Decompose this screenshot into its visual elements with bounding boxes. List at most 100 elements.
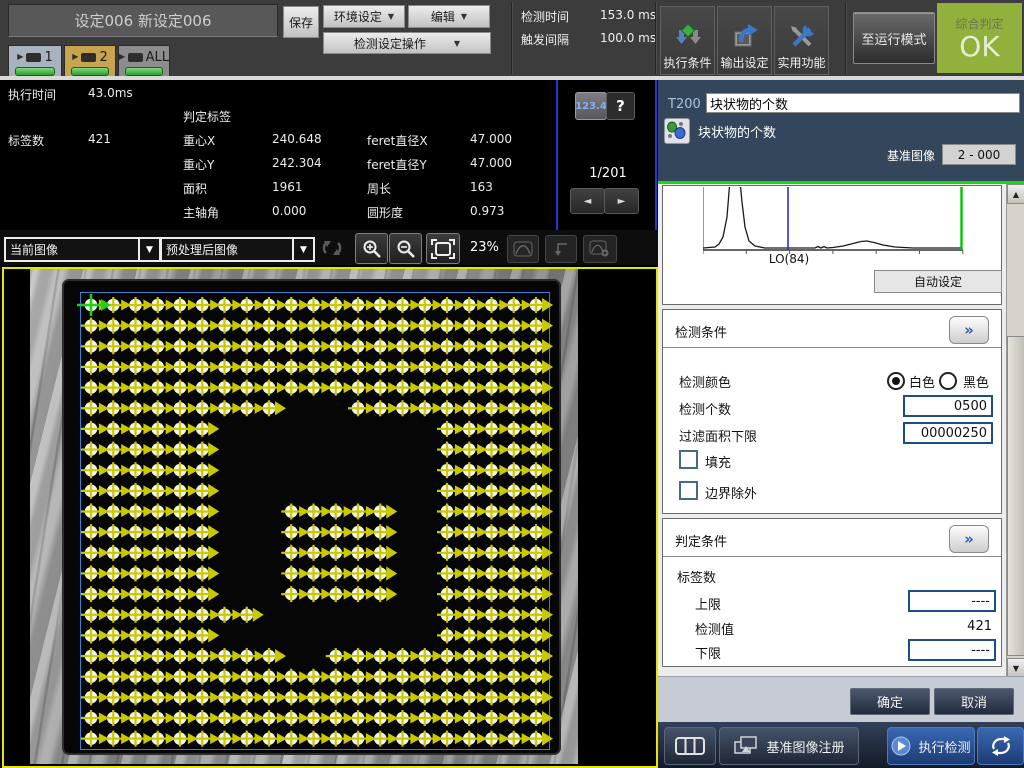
register-ref-image-button[interactable]: 基准图像注册 <box>719 727 859 765</box>
ok-button[interactable]: 确定 <box>850 688 930 715</box>
detect-conditions-title: 检测条件 <box>675 322 727 341</box>
lower-limit-label: 下限 <box>695 643 721 662</box>
fill-checkbox[interactable] <box>679 450 698 469</box>
inspection-ops-dropdown[interactable]: 检测设定操作 ▼ <box>323 32 491 54</box>
run-mode-button[interactable]: 至运行模式 <box>853 12 935 64</box>
metric-label: 重心Y <box>183 156 214 173</box>
run-inspection-button[interactable]: 执行检测 <box>887 727 975 765</box>
exclude-edge-checkbox-label[interactable]: 边界除外 <box>705 483 757 502</box>
environment-dropdown[interactable]: 环境设定 ▼ <box>323 5 405 28</box>
judgement-label: 综合判定 <box>955 15 1003 32</box>
trigger-interval-label: 触发间隔 <box>521 31 569 48</box>
auto-set-button[interactable]: 自动设定 <box>874 270 1002 293</box>
utility-button[interactable]: 实用功能 <box>774 6 829 75</box>
status-bar-green <box>71 67 109 76</box>
detect-expand-button[interactable]: » <box>949 316 989 344</box>
lower-limit-input[interactable]: ---- <box>908 639 996 661</box>
scrollbar-thumb[interactable] <box>1007 336 1024 656</box>
divider <box>663 556 1001 557</box>
edit-dropdown[interactable]: 编辑 ▼ <box>408 5 490 28</box>
detect-count-input[interactable]: 0500 <box>903 395 993 417</box>
zoom-in-button[interactable] <box>355 233 388 264</box>
upper-limit-input[interactable]: ---- <box>908 590 996 612</box>
ref-image-icon <box>733 735 759 757</box>
metric-value: 240.648 <box>272 132 322 146</box>
filter-area-label: 过滤面积下限 <box>679 426 757 445</box>
judge-conditions-title: 判定条件 <box>675 531 727 550</box>
export-arrow-icon <box>730 22 760 52</box>
bottom-toolbar: 基准图像注册 执行检测 <box>658 722 1024 768</box>
settings-scroll-area: LO(84) 自动设定 检测条件 » 检测颜色 白色 黑色 检测个数 0500 <box>658 184 1006 676</box>
overall-judgement-panel: 综合判定 OK <box>937 3 1022 73</box>
refresh-icon[interactable] <box>318 235 346 261</box>
detect-count-label: 检测个数 <box>679 399 731 418</box>
next-image-button[interactable]: ► <box>604 188 639 214</box>
black-radio[interactable] <box>939 372 957 390</box>
metric-value: 47.000 <box>470 156 512 170</box>
chevron-down-icon: ▼ <box>292 239 313 260</box>
display-settings-button[interactable] <box>583 235 617 263</box>
white-radio[interactable] <box>887 372 905 390</box>
judge-label-header: 判定标签 <box>183 108 231 125</box>
histogram-panel: LO(84) 自动设定 <box>662 185 1002 305</box>
judgement-value: OK <box>959 32 999 62</box>
chevron-down-icon: ▼ <box>388 12 394 21</box>
histogram-lo-label: LO(84) <box>763 252 815 266</box>
previous-view-button[interactable] <box>545 235 577 263</box>
flow-branch-icon <box>673 22 703 52</box>
prev-icon: ◄ <box>584 196 592 207</box>
fit-screen-button[interactable] <box>426 233 460 264</box>
black-radio-label[interactable]: 黑色 <box>963 372 989 391</box>
image-source-select[interactable]: 当前图像 ▼ <box>4 237 161 262</box>
tab-camera-all[interactable]: ▶ ALL <box>118 45 170 80</box>
image-toolbar: 当前图像 ▼ 预处理后图像 ▼ <box>0 230 658 265</box>
chevron-down-icon: ▼ <box>454 39 460 48</box>
metric-label: 周长 <box>367 180 391 197</box>
tab-camera-2[interactable]: ▶ 2 <box>64 45 116 80</box>
retest-loop-button[interactable] <box>977 727 1024 765</box>
tab-camera-1[interactable]: ▶ 1 <box>8 45 62 80</box>
exec-condition-button[interactable]: 执行条件 <box>660 6 715 75</box>
status-bar-green <box>125 67 163 76</box>
image-display-select[interactable]: 预处理后图像 ▼ <box>160 237 315 262</box>
numeric-display-button[interactable]: 123.4 <box>575 92 607 120</box>
camera-icon: ▶ <box>119 52 125 61</box>
loop-arrows-icon <box>989 735 1013 757</box>
divider <box>663 347 1001 348</box>
unit-header: T200 块状物的个数 基准图像 2 - 000 <box>658 80 1024 181</box>
confirm-strip: 确定 取消 <box>658 676 1024 723</box>
exclude-edge-checkbox[interactable] <box>679 481 698 500</box>
image-viewport[interactable] <box>0 265 658 768</box>
zoom-out-button[interactable] <box>389 233 422 264</box>
scene-title-text: 设定006 新设定006 <box>74 10 211 31</box>
measured-value-label: 检测值 <box>695 619 734 638</box>
ref-image-value[interactable]: 2 - 000 <box>942 144 1016 165</box>
detect-color-label: 检测颜色 <box>679 372 731 391</box>
help-button[interactable]: ? <box>606 92 635 120</box>
prev-image-button[interactable]: ◄ <box>570 188 605 214</box>
detect-time-value: 153.0 ms <box>600 8 656 22</box>
profile-display-button[interactable] <box>507 235 539 263</box>
scrollbar-up-button[interactable]: ▲ <box>1007 184 1024 204</box>
white-radio-label[interactable]: 白色 <box>909 372 935 391</box>
measured-value: 421 <box>908 619 992 634</box>
save-button[interactable]: 保存 <box>283 6 319 38</box>
fill-checkbox-label[interactable]: 填充 <box>705 452 731 471</box>
label-count-group: 标签数 <box>677 567 716 586</box>
filmstrip-button[interactable] <box>664 727 716 765</box>
upper-limit-label: 上限 <box>695 594 721 613</box>
app-window: 设定006 新设定006 保存 环境设定 ▼ 编辑 ▼ 检测设定操作 ▼ 检测时… <box>0 0 1024 768</box>
judge-expand-button[interactable]: » <box>949 525 989 553</box>
divider-blue <box>655 80 657 230</box>
output-settings-button[interactable]: 输出设定 <box>717 6 772 75</box>
scrollbar-down-button[interactable]: ▼ <box>1007 658 1024 678</box>
filter-area-input[interactable]: 00000250 <box>903 422 993 444</box>
camera-icon: ▶ <box>17 52 23 61</box>
metric-value: 163 <box>470 180 493 194</box>
scrollbar[interactable]: ▲ ▼ <box>1006 184 1024 676</box>
zoom-out-icon <box>395 238 417 260</box>
unit-name-input[interactable] <box>706 93 1020 113</box>
chevron-down-icon: ▼ <box>461 12 467 21</box>
cancel-button[interactable]: 取消 <box>934 688 1014 715</box>
camera-icon <box>81 53 96 62</box>
